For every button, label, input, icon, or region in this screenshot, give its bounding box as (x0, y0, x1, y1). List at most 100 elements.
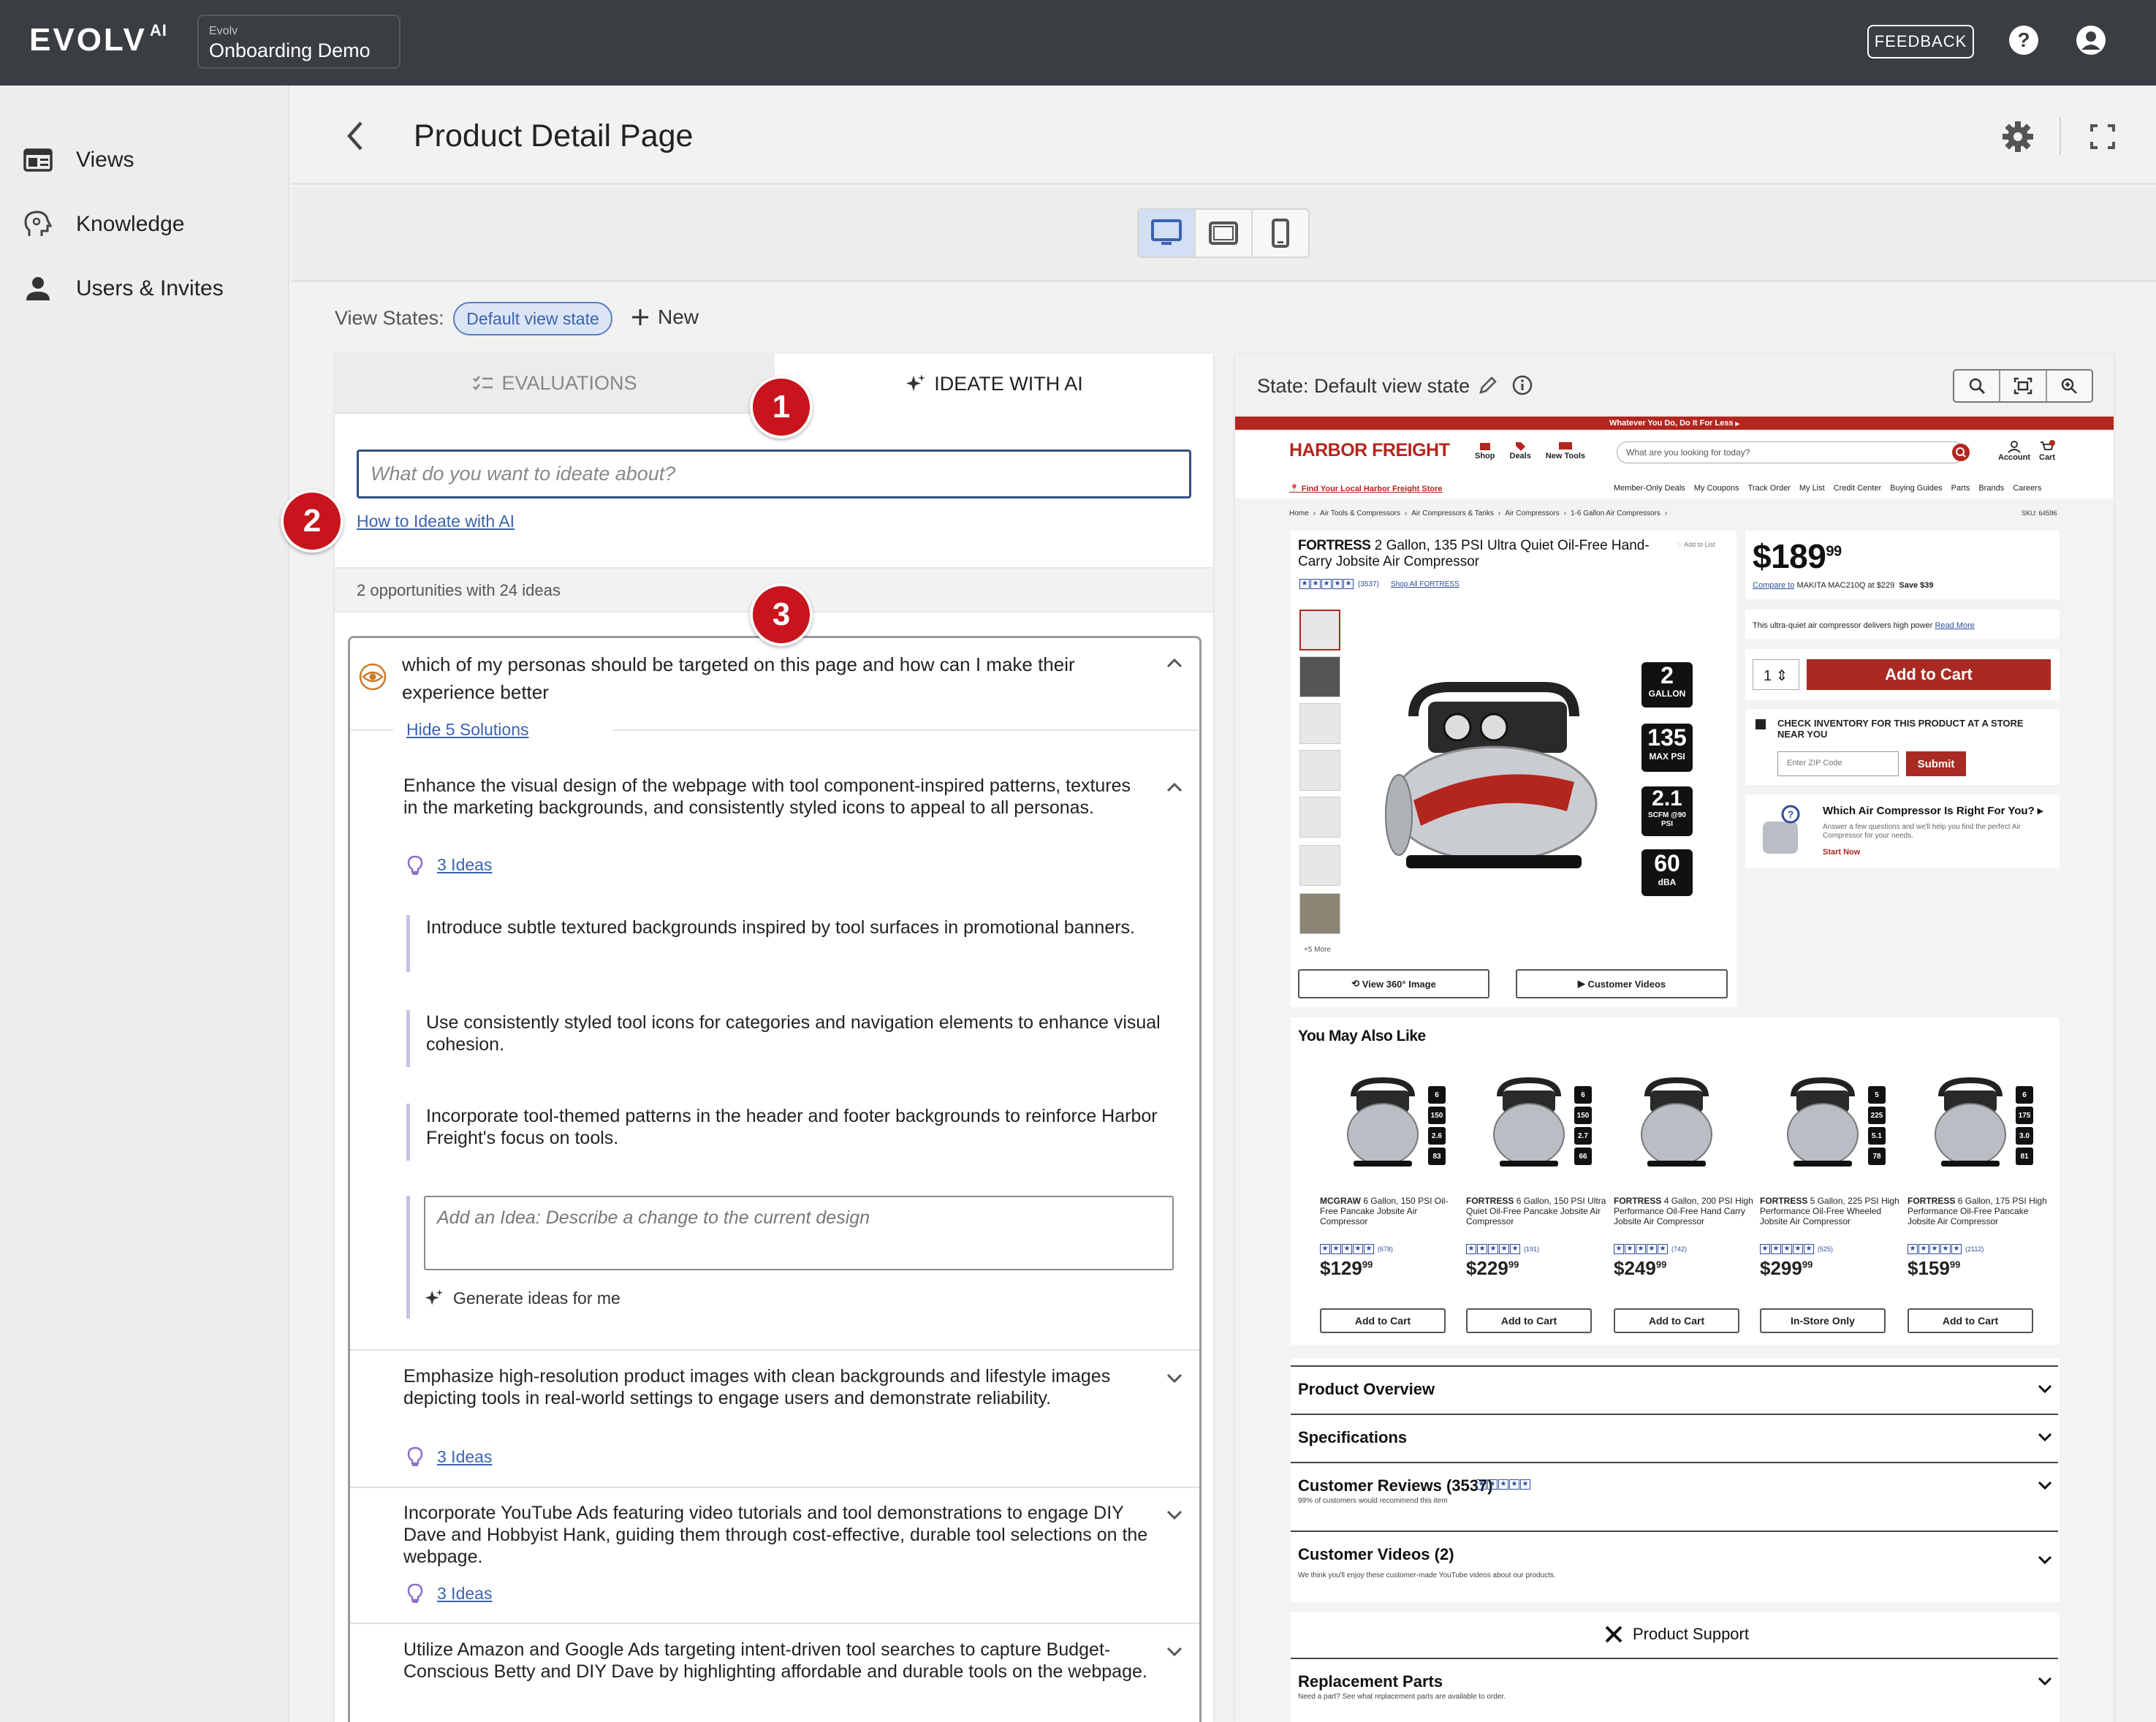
product-thumbnail[interactable] (1299, 610, 1340, 651)
idea-item[interactable]: Use consistently styled tool icons for c… (406, 1010, 1174, 1067)
desktop-device-button[interactable] (1139, 210, 1196, 257)
crumb[interactable]: Air Compressors (1505, 509, 1559, 517)
workspace-selector[interactable]: Evolv Onboarding Demo (197, 15, 401, 69)
recommendation-image[interactable] (1927, 1074, 2014, 1169)
collapse-opportunity-chevron-up-icon[interactable] (1164, 652, 1185, 674)
crumb[interactable]: Air Compressors & Tanks (1411, 509, 1494, 517)
zip-input[interactable]: Enter ZIP Code (1777, 751, 1899, 776)
recommendation-image[interactable] (1633, 1074, 1720, 1169)
new-tools-nav[interactable]: New Tools (1546, 440, 1585, 460)
feedback-button[interactable]: FEEDBACK (1867, 25, 1974, 58)
expand-solution-chevron-down-icon[interactable] (1164, 1640, 1185, 1662)
recommendation-cart-button[interactable]: Add to Cart (1908, 1308, 2033, 1333)
info-icon[interactable] (1511, 374, 1533, 396)
ideate-input[interactable] (357, 450, 1191, 498)
quiz-title[interactable]: Which Air Compressor Is Right For You? ▸ (1823, 804, 2043, 817)
product-thumbnail[interactable] (1299, 797, 1340, 838)
tab-evaluations[interactable]: EVALUATIONS (335, 354, 775, 414)
shop-nav[interactable]: Shop (1475, 440, 1495, 460)
harbor-freight-logo[interactable]: HARBOR FREIGHT (1289, 440, 1450, 461)
product-rating[interactable]: ★ ★ ★ ★ ★ (3537) Shop All FORTRESS (1299, 579, 1460, 589)
product-image[interactable] (1384, 672, 1603, 884)
expand-solution-chevron-down-icon[interactable] (1164, 1503, 1185, 1525)
utility-link[interactable]: Member-Only Deals (1614, 484, 1685, 493)
crumb[interactable]: Home (1289, 509, 1309, 517)
help-icon[interactable]: ? (2008, 25, 2039, 56)
new-view-state-button[interactable]: New (630, 306, 699, 329)
fit-screen-button[interactable] (2000, 371, 2047, 401)
product-thumbnail[interactable] (1299, 750, 1340, 791)
hide-solutions-link[interactable]: Hide 5 Solutions (406, 720, 529, 740)
collapse-solution-chevron-up-icon[interactable] (1164, 776, 1185, 798)
crumb[interactable]: Air Tools & Compressors (1320, 509, 1400, 517)
recommendation-cart-button[interactable]: Add to Cart (1466, 1308, 1592, 1333)
recommendation-cart-button[interactable]: Add to Cart (1614, 1308, 1739, 1333)
site-cart[interactable]: Cart (2039, 440, 2055, 462)
accordion-customer-reviews[interactable]: Customer Reviews (3537) ★ ★ ★ ★ ★ 99% of custo… (1291, 1462, 2058, 1520)
sidebar-item-views[interactable]: Views (22, 142, 134, 178)
deals-nav[interactable]: Deals (1510, 440, 1531, 460)
recommendation-image[interactable] (1339, 1074, 1427, 1169)
promo-bar[interactable]: Whatever You Do, Do It For Less ▸ (1235, 417, 2114, 430)
utility-link[interactable]: Brands (1978, 484, 2004, 493)
product-support-button[interactable]: Product Support (1603, 1624, 1749, 1645)
utility-link[interactable]: Track Order (1748, 484, 1791, 493)
add-to-cart-button[interactable]: Add to Cart (1807, 659, 2051, 690)
generate-ideas-button[interactable]: Generate ideas for me (424, 1288, 620, 1308)
video-thumbnail[interactable] (1299, 656, 1340, 697)
add-idea-input[interactable] (424, 1196, 1174, 1270)
tab-ideate[interactable]: IDEATE WITH AI (775, 354, 1213, 414)
idea-item[interactable]: Incorporate tool-themed patterns in the … (406, 1104, 1174, 1161)
zoom-out-button[interactable] (1954, 371, 2001, 401)
quiz-start-link[interactable]: Start Now (1823, 848, 1860, 857)
accordion-customer-videos[interactable]: Customer Videos (2) We think you'll enjoy… (1291, 1531, 2058, 1596)
accordion-product-overview[interactable]: Product Overview (1291, 1365, 2058, 1414)
evolv-logo[interactable]: EVOLV AI (29, 21, 167, 58)
shop-all-link[interactable]: Shop All FORTRESS (1391, 580, 1460, 588)
sidebar-item-knowledge[interactable]: Knowledge (22, 206, 184, 243)
back-icon[interactable] (341, 118, 370, 153)
expand-solution-chevron-down-icon[interactable] (1164, 1367, 1185, 1389)
recommendation-card[interactable]: FORTRESS 6 Gallon, 150 PSI Ultra Quiet O… (1466, 1196, 1609, 1280)
utility-link[interactable]: Credit Center (1834, 484, 1881, 493)
idea-item[interactable]: Introduce subtle textured backgrounds in… (406, 915, 1174, 972)
account-icon[interactable] (2076, 25, 2106, 56)
utility-link[interactable]: Careers (2013, 484, 2041, 493)
more-images[interactable]: +5 More (1304, 946, 1331, 954)
recommendation-card[interactable]: MCGRAW 6 Gallon, 150 PSI Oil-Free Pancak… (1320, 1196, 1463, 1280)
fullscreen-icon[interactable] (2090, 124, 2115, 149)
recommendation-card[interactable]: FORTRESS 6 Gallon, 175 PSI High Performa… (1908, 1196, 2051, 1280)
site-account[interactable]: Account (1998, 440, 2030, 462)
accordion-replacement-parts[interactable]: Replacement Parts Need a part? See what r… (1291, 1658, 2058, 1716)
utility-link[interactable]: My Coupons (1694, 484, 1739, 493)
qty-stepper[interactable]: 1 ⇕ (1753, 659, 1799, 690)
utility-link[interactable]: My List (1799, 484, 1825, 493)
site-search-input[interactable]: What are you looking for today? (1617, 441, 1965, 463)
find-store-link[interactable]: 📍 Find Your Local Harbor Freight Store (1289, 484, 1443, 493)
sidebar-item-users[interactable]: Users & Invites (22, 270, 224, 307)
accordion-specifications[interactable]: Specifications (1291, 1414, 2058, 1462)
tablet-device-button[interactable] (1196, 210, 1253, 257)
lifestyle-thumbnail[interactable] (1299, 893, 1340, 934)
utility-link[interactable]: Parts (1951, 484, 1970, 493)
product-thumbnail[interactable] (1299, 845, 1340, 886)
recommendation-image[interactable] (1779, 1074, 1867, 1169)
settings-gear-icon[interactable] (2001, 120, 2035, 153)
customer-videos-button[interactable]: ▶ Customer Videos (1516, 969, 1728, 998)
recommendation-cart-button[interactable]: Add to Cart (1320, 1308, 1446, 1333)
product-thumbnail[interactable] (1299, 703, 1340, 744)
ideas-link[interactable]: 3 Ideas (437, 855, 492, 875)
view-360-button[interactable]: ⟲ View 360° Image (1298, 969, 1489, 998)
zoom-in-button[interactable] (2047, 371, 2092, 401)
view-state-chip[interactable]: Default view state (453, 302, 612, 335)
recommendation-card[interactable]: FORTRESS 4 Gallon, 200 PSI High Performa… (1614, 1196, 1757, 1280)
read-more-link[interactable]: Read More (1935, 621, 1974, 630)
recommendation-card[interactable]: FORTRESS 5 Gallon, 225 PSI High Performa… (1760, 1196, 1903, 1280)
edit-pencil-icon[interactable] (1478, 375, 1498, 395)
site-search-icon[interactable] (1951, 443, 1970, 462)
crumb[interactable]: 1-6 Gallon Air Compressors (1571, 509, 1660, 517)
ideas-link[interactable]: 3 Ideas (437, 1447, 492, 1467)
zip-submit-button[interactable]: Submit (1906, 751, 1966, 776)
mobile-device-button[interactable] (1253, 210, 1308, 257)
how-to-ideate-link[interactable]: How to Ideate with AI (357, 512, 515, 531)
